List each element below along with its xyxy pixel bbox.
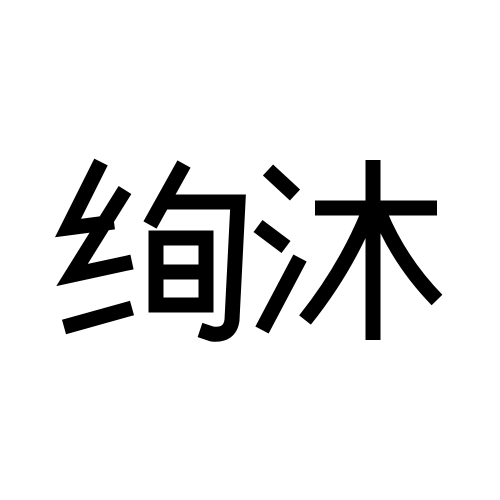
glyph-xuan (54, 158, 246, 342)
wordmark-logo: 绚沐 (54, 158, 443, 342)
trademark-canvas: 绚沐 (0, 0, 500, 500)
glyph-mu (253, 160, 443, 340)
